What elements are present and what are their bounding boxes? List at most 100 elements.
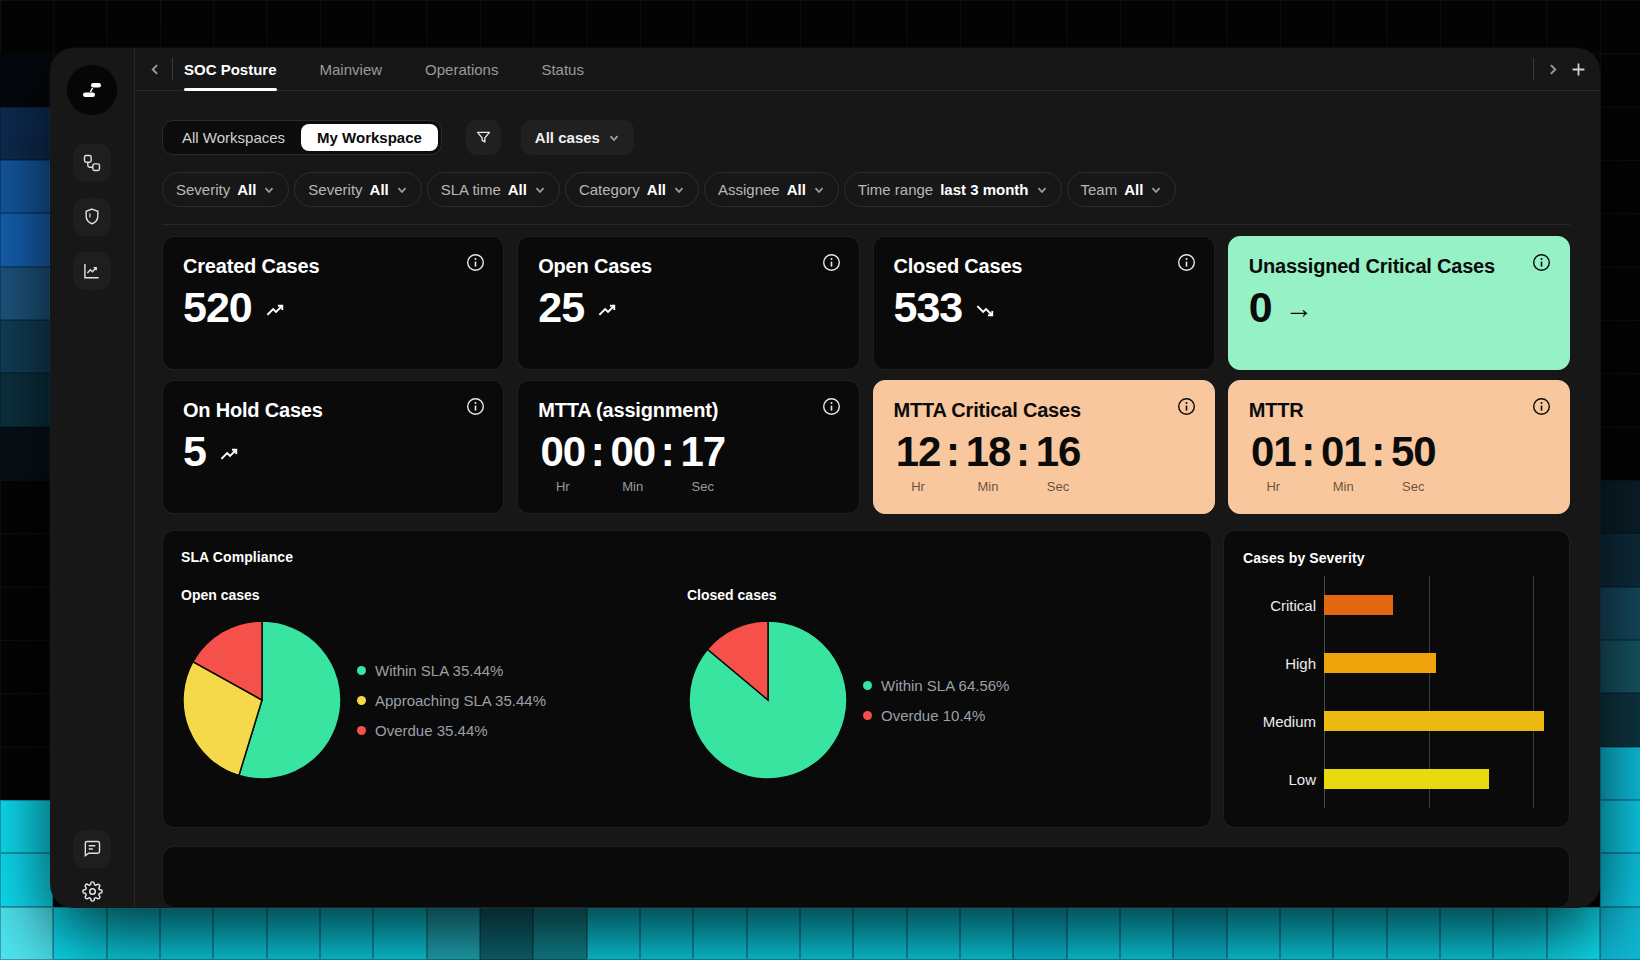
- background-tile: [1173, 907, 1226, 960]
- sidebar-item-workflows[interactable]: [73, 144, 111, 182]
- open-cases-card: Open Cases 25: [517, 236, 859, 370]
- sidebar-item-security[interactable]: [73, 198, 111, 236]
- team-filter[interactable]: TeamAll: [1067, 172, 1177, 207]
- tab-status[interactable]: Status: [541, 48, 584, 91]
- open-cases-chart-section: Open cases Within SLA 35.44%: [181, 587, 687, 781]
- legend-item: Within SLA 35.44%: [357, 662, 546, 679]
- seconds-value: 17: [678, 428, 727, 476]
- legend-item: Approaching SLA 35.44%: [357, 692, 546, 709]
- cases-dropdown[interactable]: All cases: [521, 120, 634, 155]
- chevron-down-icon: [263, 184, 275, 196]
- shield-icon: [82, 207, 102, 227]
- card-title: MTTA Critical Cases: [894, 399, 1081, 422]
- filter-value: All: [787, 181, 806, 198]
- sla-time-filter[interactable]: SLA timeAll: [427, 172, 560, 207]
- seconds-unit: Sec: [1389, 479, 1438, 494]
- background-tile: [0, 267, 53, 320]
- mttr-card: MTTR01:01:50HrMinSec: [1228, 380, 1570, 514]
- tab-mainview[interactable]: Mainview: [320, 48, 383, 91]
- background-tile: [1600, 587, 1640, 640]
- severity-filter-2[interactable]: Severity All: [294, 172, 421, 207]
- background-tile: [0, 907, 53, 960]
- background-tile: [1280, 907, 1333, 960]
- legend-dot-within-sla: [357, 666, 366, 675]
- info-icon[interactable]: [1532, 253, 1551, 272]
- severity-bar: [1324, 653, 1436, 673]
- seconds-value: 16: [1034, 428, 1083, 476]
- background-tile: [107, 907, 160, 960]
- info-icon[interactable]: [1532, 397, 1551, 416]
- background-tile: [213, 907, 266, 960]
- severity-bar-chart: CriticalHighMediumLow: [1243, 576, 1550, 808]
- card-value: 520: [183, 283, 252, 332]
- tabs-scroll-right-button[interactable]: [1546, 63, 1559, 76]
- background-tile: [1067, 907, 1120, 960]
- comment-icon: [82, 839, 102, 859]
- background-tile: [1600, 907, 1640, 960]
- background-tile: [0, 320, 53, 373]
- card-value: 25: [538, 283, 584, 332]
- severity-panel-title: Cases by Severity: [1243, 550, 1550, 566]
- sidebar-item-feedback[interactable]: [73, 830, 111, 868]
- background-tile: [267, 907, 320, 960]
- tab-soc-posture[interactable]: SOC Posture: [184, 48, 277, 91]
- category-filter[interactable]: CategoryAll: [565, 172, 699, 207]
- app-logo[interactable]: [66, 64, 118, 116]
- cases-by-severity-panel: Cases by Severity CriticalHighMediumLow: [1223, 530, 1570, 828]
- card-value: 533: [894, 283, 963, 332]
- closed-cases-legend: Within SLA 64.56% Overdue 10.4%: [863, 677, 1009, 724]
- sla-compliance-panel: SLA Compliance Open cases Within SLA 35.…: [162, 530, 1212, 828]
- closed-cases-card: Closed Cases533: [873, 236, 1215, 370]
- filter-label: Severity: [176, 181, 230, 198]
- tab-operations[interactable]: Operations: [425, 48, 498, 91]
- plus-icon: [1571, 62, 1586, 77]
- info-icon[interactable]: [1177, 253, 1196, 272]
- time-range-filter[interactable]: Time rangelast 3 month: [844, 172, 1062, 207]
- severity-bar: [1324, 711, 1544, 731]
- severity-filter[interactable]: SeverityAll: [162, 172, 289, 207]
- filter-label: Severity: [308, 181, 362, 198]
- my-workspace-option[interactable]: My Workspace: [301, 124, 438, 151]
- chevron-down-icon: [673, 184, 685, 196]
- filter-button[interactable]: [466, 120, 501, 155]
- tabbar-right-divider: [1533, 58, 1534, 80]
- severity-bar-row: Low: [1243, 750, 1550, 808]
- tab-bar: SOC Posture Mainview Operations Status: [136, 48, 1600, 91]
- minutes-unit: Min: [964, 479, 1013, 494]
- tabs-scroll-left-button[interactable]: [149, 63, 162, 76]
- background-tile: [1013, 907, 1066, 960]
- background-tile: [0, 427, 53, 480]
- info-icon[interactable]: [466, 397, 485, 416]
- chart-icon: [82, 261, 102, 281]
- assignee-filter[interactable]: AssigneeAll: [704, 172, 839, 207]
- open-cases-label: Open cases: [181, 587, 687, 603]
- info-icon[interactable]: [822, 253, 841, 272]
- filter-value: All: [370, 181, 389, 198]
- hours-value: 01: [1249, 428, 1298, 476]
- background-tile: [0, 800, 53, 853]
- add-tab-button[interactable]: [1571, 62, 1586, 77]
- info-icon[interactable]: [822, 397, 841, 416]
- severity-bar: [1324, 769, 1489, 789]
- chevron-down-icon: [813, 184, 825, 196]
- sidebar-item-analytics[interactable]: [73, 252, 111, 290]
- cases-dropdown-value: All cases: [535, 129, 600, 146]
- background-tile: [0, 160, 53, 213]
- info-icon[interactable]: [466, 253, 485, 272]
- hours-unit: Hr: [538, 479, 587, 494]
- background-tile: [960, 907, 1013, 960]
- info-icon[interactable]: [1177, 397, 1196, 416]
- background-tile: [480, 907, 533, 960]
- legend-dot-overdue: [863, 711, 872, 720]
- background-tile: [693, 907, 746, 960]
- legend-item: Within SLA 64.56%: [863, 677, 1009, 694]
- all-workspaces-option[interactable]: All Workspaces: [166, 124, 301, 151]
- bar-category-label: Critical: [1243, 597, 1324, 614]
- background-tile: [533, 907, 586, 960]
- card-value: 0: [1249, 283, 1272, 332]
- chevron-down-icon: [1036, 184, 1048, 196]
- sidebar-item-settings[interactable]: [73, 872, 111, 908]
- chevron-right-icon: [1546, 63, 1559, 76]
- card-title: Open Cases: [538, 255, 652, 278]
- mtta-assignment-card: MTTA (assignment)00:00:17HrMinSec: [517, 380, 859, 514]
